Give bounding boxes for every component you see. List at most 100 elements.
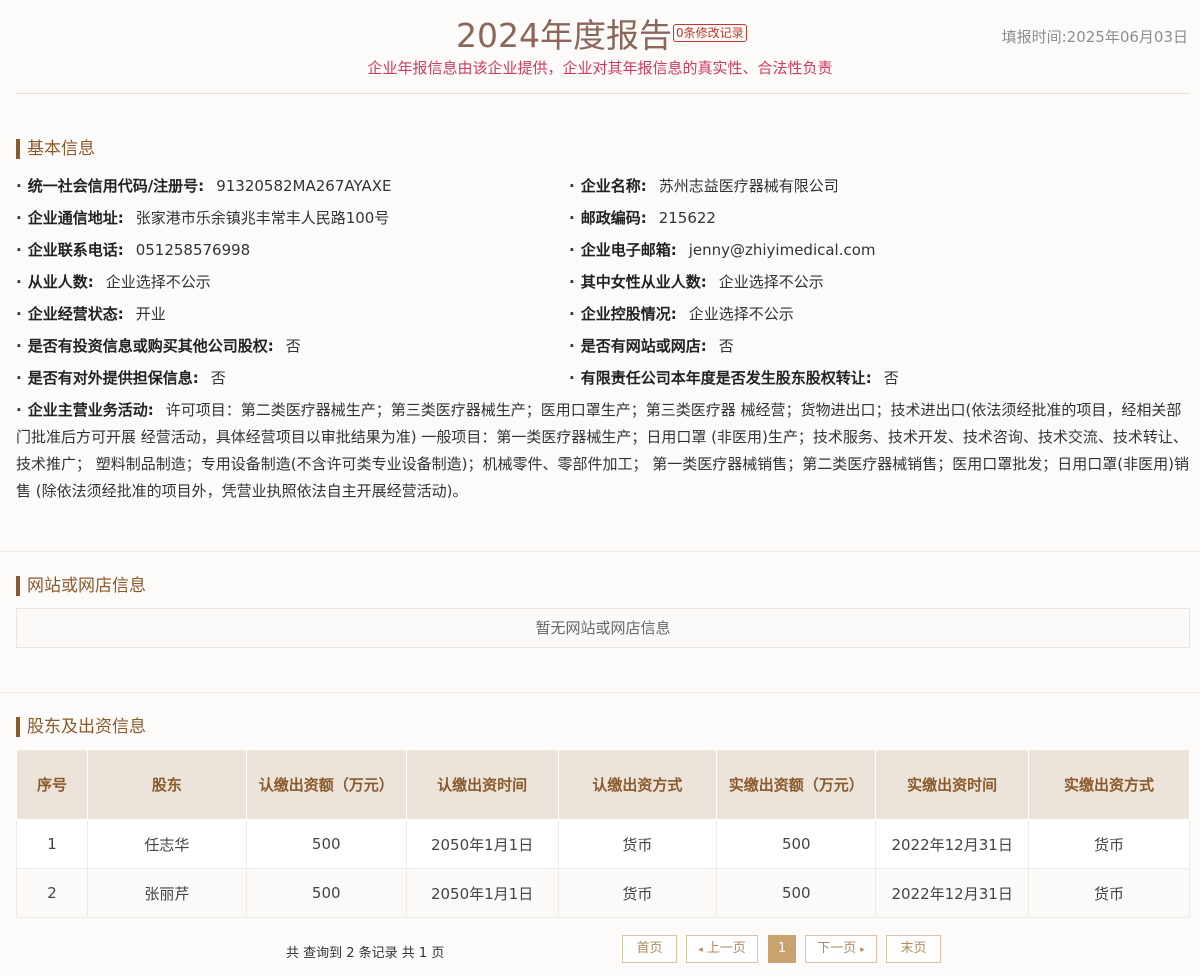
column-header: 认缴出资额（万元） — [245, 749, 407, 820]
table-cell: 500 — [716, 868, 877, 918]
bullet-dot: · — [569, 305, 575, 323]
last-page-button[interactable]: 末页 — [886, 935, 941, 963]
bullet-dot: · — [569, 209, 575, 227]
table-cell: 2050年1月1日 — [405, 868, 559, 918]
info-label: 是否有对外提供担保信息: — [27, 369, 199, 387]
next-page-label: 下一页 — [817, 941, 857, 956]
section-title-shareholders: 股东及出资信息 — [16, 717, 146, 737]
info-item: · 是否有网站或网店: 否 — [569, 336, 734, 356]
website-empty-message: 暂无网站或网店信息 — [16, 608, 1190, 648]
bullet-dot: · — [569, 337, 575, 355]
column-header: 实缴出资方式 — [1028, 749, 1190, 820]
bullet-dot: · — [16, 273, 22, 291]
column-header: 实缴出资时间 — [875, 749, 1030, 820]
info-item: · 是否有对外提供担保信息: 否 — [16, 368, 226, 388]
info-item: · 企业通信地址: 张家港市乐余镇兆丰常丰人民路100号 — [16, 208, 389, 228]
info-value: 企业选择不公示 — [105, 273, 211, 291]
revision-record-link[interactable]: 0条修改记录 — [673, 24, 747, 42]
chevron-left-icon: ◂ — [698, 945, 703, 955]
table-cell: 货币 — [557, 868, 718, 918]
page-number-current[interactable]: 1 — [768, 935, 796, 963]
prev-page-label: 上一页 — [706, 941, 746, 956]
table-cell: 1 — [16, 819, 88, 869]
info-label: 是否有投资信息或购买其他公司股权: — [27, 337, 274, 355]
report-title: 2024年度报告 — [456, 16, 672, 55]
info-item: · 其中女性从业人数: 企业选择不公示 — [569, 272, 824, 292]
bullet-dot: · — [16, 241, 22, 259]
fill-time: 填报时间:2025年06月03日 — [1001, 28, 1188, 46]
table-cell: 货币 — [1028, 868, 1190, 918]
info-label: 邮政编码: — [580, 209, 647, 227]
section-divider — [0, 692, 1200, 693]
info-value: 苏州志益医疗器械有限公司 — [658, 177, 839, 195]
table-cell: 张丽芹 — [86, 868, 247, 918]
info-label: 企业控股情况: — [580, 305, 677, 323]
column-header: 股东 — [86, 749, 247, 820]
info-item: · 邮政编码: 215622 — [569, 208, 716, 228]
bullet-dot: · — [16, 209, 22, 227]
table-row: 2 张丽芹 500 2050年1月1日 货币 500 2022年12月31日 货币 — [16, 868, 1190, 918]
table-header-row: 序号 股东 认缴出资额（万元） 认缴出资时间 认缴出资方式 实缴出资额（万元） 实缴出资时间… — [16, 749, 1190, 820]
table-cell: 2022年12月31日 — [875, 819, 1030, 869]
bullet-dot: · — [16, 305, 22, 323]
info-value: 企业选择不公示 — [688, 305, 794, 323]
table-cell: 500 — [245, 819, 407, 869]
info-label: 是否有网站或网店: — [580, 337, 707, 355]
table-cell: 货币 — [557, 819, 718, 869]
info-item: · 企业经营状态: 开业 — [16, 304, 166, 324]
info-value: 否 — [883, 369, 899, 387]
bullet-dot: · — [16, 401, 22, 419]
next-page-button[interactable]: 下一页 ▸ — [805, 935, 877, 963]
table-cell: 2 — [16, 868, 88, 918]
info-label: 企业经营状态: — [27, 305, 124, 323]
column-header: 认缴出资方式 — [557, 749, 718, 820]
info-label: 有限责任公司本年度是否发生股东股权转让: — [580, 369, 872, 387]
table-cell: 2022年12月31日 — [875, 868, 1030, 918]
bullet-dot: · — [569, 369, 575, 387]
info-value: 开业 — [135, 305, 166, 323]
info-item: · 从业人数: 企业选择不公示 — [16, 272, 211, 292]
section-divider — [0, 551, 1200, 552]
report-disclaimer: 企业年报信息由该企业提供，企业对其年报信息的真实性、合法性负责 — [367, 59, 833, 77]
business-scope-value: 许可项目：第二类医疗器械生产；第三类医疗器械生产；医用口罩生产；第三类医疗器 械… — [16, 401, 1189, 500]
table-cell: 500 — [716, 819, 877, 869]
table-body: 1 任志华 500 2050年1月1日 货币 500 2022年12月31日 货币 2 张丽芹 50… — [16, 819, 1190, 918]
bullet-dot: · — [16, 177, 22, 195]
info-value: 215622 — [658, 209, 716, 227]
business-scope-label: 企业主营业务活动: — [27, 401, 154, 419]
info-item: · 企业名称: 苏州志益医疗器械有限公司 — [569, 176, 839, 196]
info-label: 企业联系电话: — [27, 241, 124, 259]
bullet-dot: · — [569, 177, 575, 195]
bullet-dot: · — [16, 369, 22, 387]
column-header: 认缴出资时间 — [405, 749, 559, 820]
info-value: 否 — [285, 337, 301, 355]
info-label: 企业通信地址: — [27, 209, 124, 227]
info-item: · 是否有投资信息或购买其他公司股权: 否 — [16, 336, 301, 356]
bullet-dot: · — [16, 337, 22, 355]
info-value: jenny@zhiyimedical.com — [688, 241, 876, 259]
table-cell: 500 — [245, 868, 407, 918]
info-value: 否 — [718, 337, 734, 355]
report-header: 2024年度报告 0条修改记录 填报时间:2025年06月03日 — [0, 14, 1200, 58]
bullet-dot: · — [569, 241, 575, 259]
info-item: · 企业联系电话: 051258576998 — [16, 240, 250, 260]
section-title-website: 网站或网店信息 — [16, 576, 146, 596]
info-label: 从业人数: — [27, 273, 94, 291]
business-scope: · 企业主营业务活动: 许可项目：第二类医疗器械生产；第三类医疗器械生产；医用口罩生… — [16, 397, 1192, 505]
info-value: 051258576998 — [135, 241, 251, 259]
shareholder-table: 序号 股东 认缴出资额（万元） 认缴出资时间 认缴出资方式 实缴出资额（万元） 实缴出资时间… — [16, 749, 1190, 918]
info-value: 91320582MA267AYAXE — [216, 177, 392, 195]
info-value: 否 — [210, 369, 226, 387]
column-header: 实缴出资额（万元） — [716, 749, 877, 820]
prev-page-button[interactable]: ◂ 上一页 — [686, 935, 758, 963]
info-value: 企业选择不公示 — [718, 273, 824, 291]
section-title-basic-info: 基本信息 — [16, 139, 95, 159]
bullet-dot: · — [569, 273, 575, 291]
info-label: 企业电子邮箱: — [580, 241, 677, 259]
first-page-button[interactable]: 首页 — [622, 935, 677, 963]
info-item: · 有限责任公司本年度是否发生股东股权转让: 否 — [569, 368, 899, 388]
table-row: 1 任志华 500 2050年1月1日 货币 500 2022年12月31日 货币 — [16, 819, 1190, 869]
column-header: 序号 — [16, 749, 88, 820]
info-item: · 统一社会信用代码/注册号: 91320582MA267AYAXE — [16, 176, 391, 196]
info-label: 企业名称: — [580, 177, 647, 195]
